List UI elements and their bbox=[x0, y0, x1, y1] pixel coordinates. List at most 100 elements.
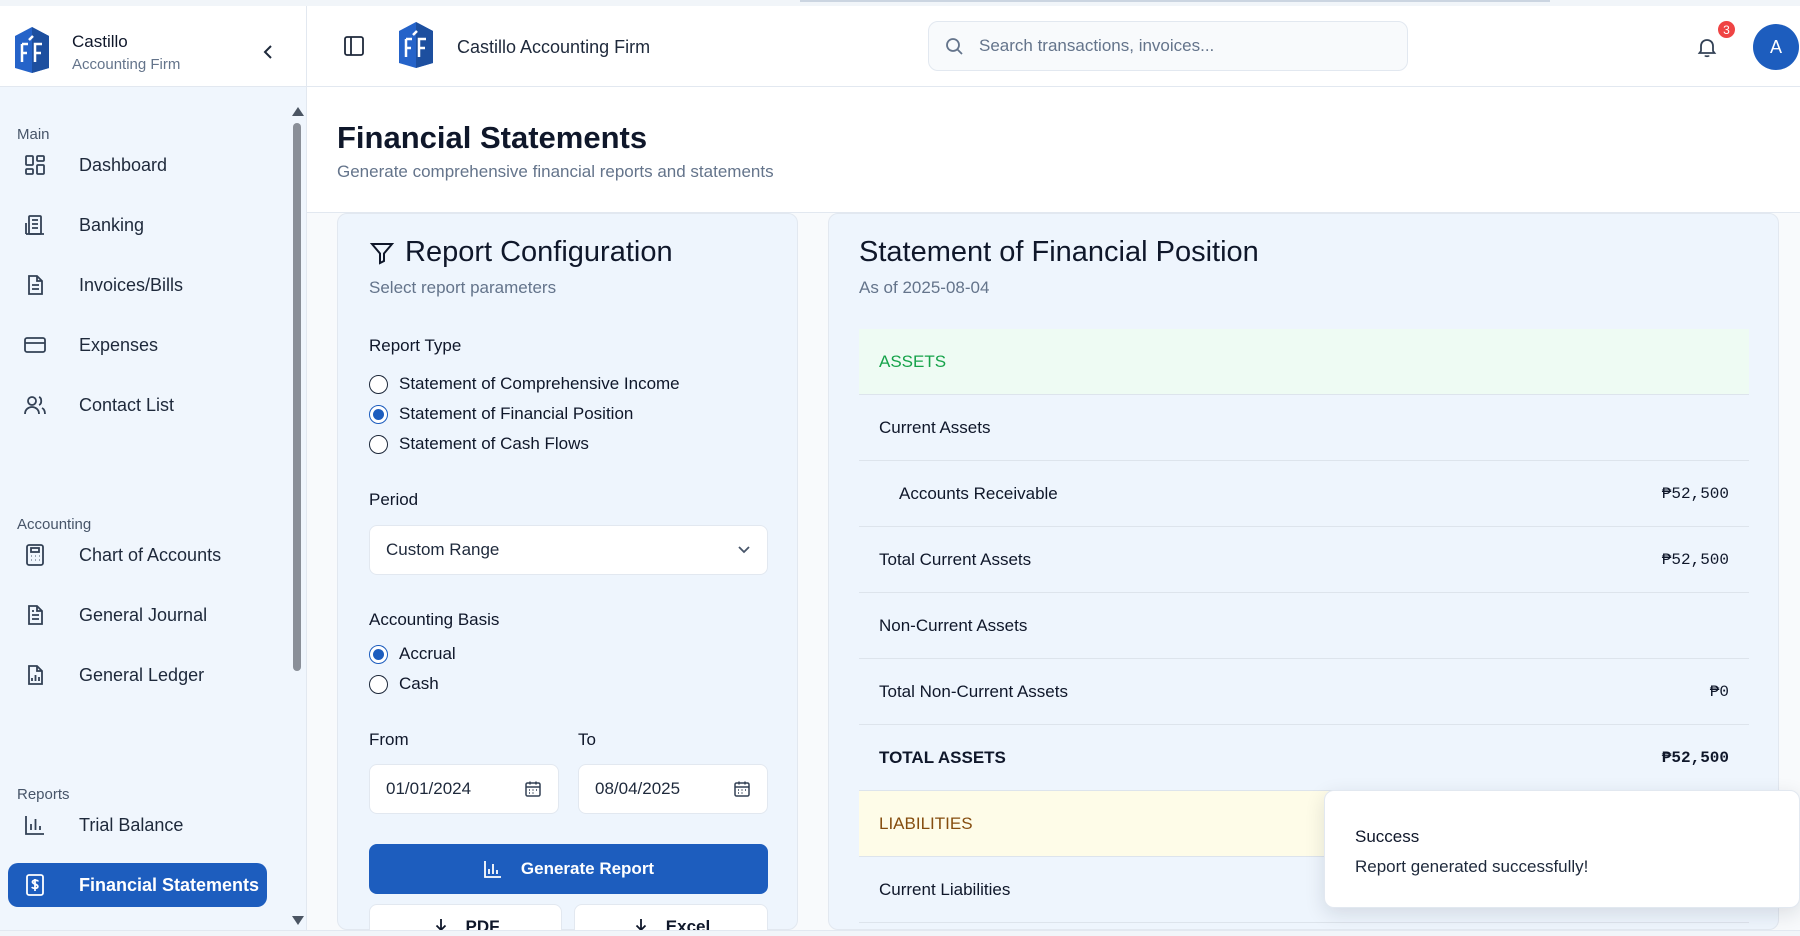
row-amount: ₱52,500 bbox=[1661, 484, 1729, 503]
search-icon bbox=[946, 38, 963, 55]
sidebar-item-general-journal[interactable]: General Journal bbox=[8, 593, 267, 637]
basis-option-cash[interactable]: Cash bbox=[369, 674, 439, 694]
report-type-option-cash-flows[interactable]: Statement of Cash Flows bbox=[369, 434, 589, 454]
success-toast[interactable]: Success Report generated successfully! bbox=[1324, 790, 1800, 908]
ledger-icon bbox=[22, 662, 48, 688]
sidebar-item-dashboard[interactable]: Dashboard bbox=[8, 143, 267, 187]
from-label: From bbox=[369, 730, 409, 749]
radio-button[interactable] bbox=[369, 674, 388, 694]
scroll-up-arrow-icon[interactable] bbox=[292, 107, 304, 116]
config-title-text: Report Configuration bbox=[405, 236, 673, 268]
top-header: Castillo Accounting Firm 3 A bbox=[307, 6, 1800, 87]
page-load-bar bbox=[800, 0, 1550, 2]
row-amount: ₱52,500 bbox=[1661, 550, 1729, 569]
sidebar-item-label: Contact List bbox=[79, 394, 175, 415]
scroll-thumb[interactable] bbox=[293, 123, 301, 671]
row-name: ASSETS bbox=[879, 351, 947, 371]
statement-title: Statement of Financial Position bbox=[859, 236, 1259, 268]
window-bottom-strip bbox=[0, 930, 1800, 936]
total-row-current-assets: Total Current Assets ₱52,500 bbox=[859, 527, 1749, 593]
sidebar-item-chart-of-accounts[interactable]: Chart of Accounts bbox=[8, 533, 267, 577]
sidebar-item-label: Expenses bbox=[79, 334, 159, 355]
radio-button-selected[interactable] bbox=[369, 404, 388, 424]
to-label: To bbox=[578, 730, 596, 749]
search-bar[interactable] bbox=[928, 21, 1408, 71]
row-name: Total Non-Current Assets bbox=[879, 681, 1068, 701]
firm-logo bbox=[15, 27, 49, 73]
statement-date: As of 2025-08-04 bbox=[859, 278, 990, 297]
sidebar-item-general-ledger[interactable]: General Ledger bbox=[8, 653, 267, 697]
to-date-value: 08/04/2025 bbox=[595, 779, 681, 798]
bell-icon bbox=[1697, 39, 1717, 58]
sidebar-item-label: Invoices/Bills bbox=[79, 274, 184, 295]
bar-chart-icon bbox=[483, 861, 501, 878]
scroll-down-arrow-icon[interactable] bbox=[292, 916, 304, 925]
row-name: TOTAL ASSETS bbox=[879, 747, 1006, 767]
firm-logo-header bbox=[399, 22, 433, 68]
radio-label: Cash bbox=[399, 674, 439, 693]
chevron-left-icon bbox=[263, 45, 272, 59]
page-title: Financial Statements bbox=[337, 120, 648, 155]
chevron-down-icon bbox=[738, 546, 750, 554]
row-name: Total Current Assets bbox=[879, 549, 1032, 569]
section-header-assets: ASSETS bbox=[859, 329, 1749, 395]
to-date-input[interactable]: 08/04/2025 bbox=[578, 764, 768, 814]
report-type-label: Report Type bbox=[369, 336, 462, 355]
radio-button[interactable] bbox=[369, 434, 388, 454]
row-name: LIABILITIES bbox=[879, 813, 973, 833]
brand-subtitle: Accounting Firm bbox=[72, 56, 181, 73]
from-date-value: 01/01/2024 bbox=[386, 779, 472, 798]
notifications-button[interactable] bbox=[1695, 35, 1719, 59]
total-row-non-current-assets: Total Non-Current Assets ₱0 bbox=[859, 659, 1749, 725]
dashboard-icon bbox=[22, 152, 48, 178]
collapse-sidebar-button[interactable] bbox=[258, 40, 278, 64]
basis-option-accrual[interactable]: Accrual bbox=[369, 644, 456, 664]
firm-title: Castillo Accounting Firm bbox=[457, 37, 651, 57]
dollar-document-icon bbox=[22, 872, 48, 898]
radio-label: Statement of Comprehensive Income bbox=[399, 374, 680, 393]
line-row-accounts-receivable: Accounts Receivable ₱52,500 bbox=[859, 461, 1749, 527]
sidebar: Castillo Accounting Firm Main Dashboard … bbox=[0, 6, 307, 930]
bank-icon bbox=[22, 212, 48, 238]
generate-report-button[interactable]: Generate Report bbox=[369, 844, 768, 894]
page-subtitle: Generate comprehensive financial reports… bbox=[337, 162, 774, 181]
radio-label: Statement of Financial Position bbox=[399, 404, 634, 423]
journal-icon bbox=[22, 602, 48, 628]
sidebar-item-trial-balance[interactable]: Trial Balance bbox=[8, 803, 267, 847]
sidebar-item-invoices-bills[interactable]: Invoices/Bills bbox=[8, 263, 267, 307]
row-amount: ₱0 bbox=[1709, 682, 1729, 701]
report-type-option-income[interactable]: Statement of Comprehensive Income bbox=[369, 374, 680, 394]
sidebar-item-label: Banking bbox=[79, 214, 145, 235]
radio-button[interactable] bbox=[369, 374, 388, 394]
sidebar-item-contact-list[interactable]: Contact List bbox=[8, 383, 267, 427]
sidebar-item-expenses[interactable]: Expenses bbox=[8, 323, 267, 367]
generate-report-label: Generate Report bbox=[520, 859, 655, 878]
sidebar-header: Castillo Accounting Firm bbox=[0, 6, 306, 87]
row-amount: ₱52,500 bbox=[1661, 748, 1729, 767]
config-title: Report Configuration bbox=[369, 236, 673, 269]
sidebar-item-banking[interactable]: Banking bbox=[8, 203, 267, 247]
calendar-icon[interactable] bbox=[524, 780, 542, 798]
period-select[interactable]: Custom Range bbox=[369, 525, 768, 575]
toggle-sidebar-button[interactable] bbox=[343, 35, 365, 57]
sidebar-item-financial-statements[interactable]: Financial Statements bbox=[8, 863, 267, 907]
calendar-icon[interactable] bbox=[733, 780, 751, 798]
from-date-input[interactable]: 01/01/2024 bbox=[369, 764, 559, 814]
sidebar-nav: Main Dashboard Banking Invoices/Bills Ex… bbox=[0, 87, 290, 930]
sidebar-item-label: Financial Statements bbox=[79, 874, 260, 895]
notification-count-badge: 3 bbox=[1716, 19, 1737, 40]
report-type-option-financial-position[interactable]: Statement of Financial Position bbox=[369, 404, 633, 424]
toast-title: Success bbox=[1355, 827, 1420, 846]
sidebar-item-label: Trial Balance bbox=[79, 814, 184, 835]
sidebar-item-label: General Ledger bbox=[79, 664, 205, 685]
sidebar-scrollbar[interactable] bbox=[290, 101, 304, 929]
user-avatar[interactable]: A bbox=[1753, 24, 1799, 70]
row-name: Accounts Receivable bbox=[899, 483, 1058, 503]
sidebar-item-label: Dashboard bbox=[79, 154, 168, 175]
sidebar-item-label: Chart of Accounts bbox=[79, 544, 222, 565]
search-input[interactable] bbox=[979, 36, 1379, 56]
accounting-basis-label: Accounting Basis bbox=[369, 610, 500, 629]
radio-button-selected[interactable] bbox=[369, 644, 388, 664]
users-icon bbox=[22, 392, 48, 418]
radio-label: Statement of Cash Flows bbox=[399, 434, 589, 453]
